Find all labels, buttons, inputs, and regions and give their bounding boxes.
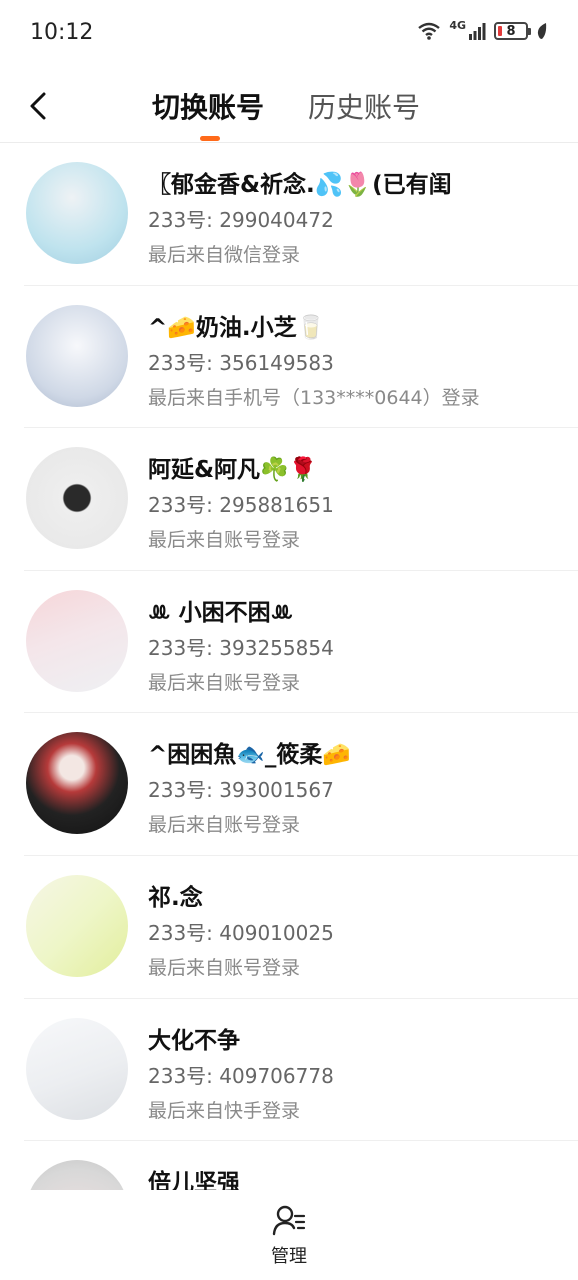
avatar xyxy=(26,1160,128,1190)
account-uid: 233号: 356149583 xyxy=(148,350,334,375)
status-time: 10:12 xyxy=(30,20,94,45)
account-item[interactable]: 〖郁金香&祈念.💦🌷(已有闺 233号: 299040472 最后来自微信登录 xyxy=(0,143,578,286)
bottom-bar: 管理 xyxy=(0,1190,578,1280)
battery-level: 8 xyxy=(506,23,516,39)
avatar xyxy=(26,447,128,550)
account-item[interactable]: ^🧀奶油.小芝🥛 233号: 356149583 最后来自手机号（133****… xyxy=(0,286,578,429)
user-list-icon xyxy=(272,1205,306,1236)
account-name: ꔛ 小困不困ꔛ xyxy=(148,599,294,626)
avatar xyxy=(26,304,128,407)
header: 切换账号 历史账号 xyxy=(0,70,578,143)
manage-button[interactable]: 管理 xyxy=(259,1204,319,1268)
avatar xyxy=(26,874,128,977)
account-uid: 233号: 393001567 xyxy=(148,778,334,803)
account-uid: 233号: 409010025 xyxy=(148,920,334,945)
battery-icon: 8 xyxy=(494,22,531,40)
account-uid: 233号: 295881651 xyxy=(148,493,334,518)
account-name: 倍儿坚强 xyxy=(148,1170,240,1190)
network-type: 4G xyxy=(449,18,466,32)
status-bar: 10:12 4G 8 xyxy=(0,0,578,70)
avatar xyxy=(26,732,128,835)
wifi-icon xyxy=(418,22,441,40)
active-tab-indicator xyxy=(200,136,220,141)
leaf-icon xyxy=(537,23,547,39)
tab-switch-account[interactable]: 切换账号 xyxy=(152,86,264,126)
avatar xyxy=(26,162,128,264)
tab-history-account[interactable]: 历史账号 xyxy=(308,86,420,126)
chevron-left-icon xyxy=(30,92,46,120)
account-login-source: 最后来自快手登录 xyxy=(148,1099,301,1122)
account-login-source: 最后来自账号登录 xyxy=(148,671,301,694)
account-item[interactable]: 祁.念 233号: 409010025 最后来自账号登录 xyxy=(0,856,578,999)
status-icons: 4G 8 xyxy=(417,18,548,40)
account-login-source: 最后来自微信登录 xyxy=(148,244,301,266)
account-item[interactable]: 大化不争 233号: 409706778 最后来自快手登录 xyxy=(0,999,578,1142)
account-login-source: 最后来自手机号（133****0644）登录 xyxy=(148,386,480,409)
account-item[interactable]: 阿延&阿凡☘️🌹 233号: 295881651 最后来自账号登录 xyxy=(0,428,578,571)
account-login-source: 最后来自账号登录 xyxy=(148,956,301,979)
avatar xyxy=(26,589,128,692)
account-login-source: 最后来自账号登录 xyxy=(148,814,301,837)
account-item[interactable]: ^困困魚🐟_筱柔🧀 233号: 393001567 最后来自账号登录 xyxy=(0,713,578,856)
account-item[interactable]: ꔛ 小困不困ꔛ 233号: 393255854 最后来自账号登录 xyxy=(0,571,578,714)
account-name: 祁.念 xyxy=(148,884,203,911)
account-uid: 233号: 393255854 xyxy=(148,635,334,660)
manage-label: 管理 xyxy=(271,1246,307,1267)
account-name: ^🧀奶油.小芝🥛 xyxy=(148,314,326,341)
account-name: ^困困魚🐟_筱柔🧀 xyxy=(148,742,352,769)
account-item[interactable]: 倍儿坚强 xyxy=(0,1141,578,1190)
account-uid: 233号: 299040472 xyxy=(148,208,334,232)
avatar xyxy=(26,1017,128,1120)
back-button[interactable] xyxy=(22,86,62,126)
account-name: 大化不争 xyxy=(148,1027,240,1054)
account-login-source: 最后来自账号登录 xyxy=(148,529,301,552)
account-list: 〖郁金香&祈念.💦🌷(已有闺 233号: 299040472 最后来自微信登录 … xyxy=(0,143,578,1190)
account-uid: 233号: 409706778 xyxy=(148,1063,334,1088)
account-name: 阿延&阿凡☘️🌹 xyxy=(148,457,318,484)
signal-icon xyxy=(469,23,486,40)
account-name: 〖郁金香&祈念.💦🌷(已有闺 xyxy=(148,172,452,198)
